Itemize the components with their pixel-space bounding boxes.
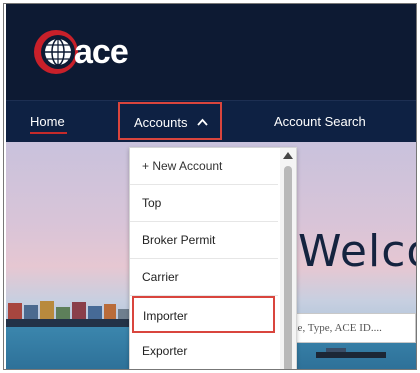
nav-home[interactable]: Home	[30, 101, 65, 143]
scroll-up-arrow-icon[interactable]	[283, 152, 293, 159]
account-search-input[interactable]: me, Type, ACE ID....	[284, 313, 416, 343]
header: ace	[6, 4, 416, 100]
dropdown-scrollbar[interactable]	[280, 148, 296, 369]
active-underline	[30, 132, 67, 134]
app-window: ace Home Accounts Account Search Welco m…	[6, 4, 416, 369]
small-ship-image	[316, 348, 386, 358]
accounts-dropdown: + New Account Top Broker Permit Carrier …	[129, 147, 297, 369]
dropdown-item-new-account[interactable]: + New Account	[130, 148, 278, 185]
nav-accounts-label: Accounts	[134, 115, 188, 130]
dropdown-item-exporter[interactable]: Exporter	[130, 333, 278, 369]
dropdown-item-broker-permit[interactable]: Broker Permit	[130, 222, 278, 259]
logo-text: ace	[74, 33, 129, 71]
nav-accounts-menu[interactable]: Accounts	[118, 102, 222, 140]
scroll-thumb[interactable]	[284, 166, 292, 369]
dropdown-item-importer[interactable]: Importer	[132, 296, 275, 333]
chevron-up-icon	[197, 104, 208, 142]
welcome-heading: Welco	[298, 226, 416, 277]
dropdown-item-top[interactable]: Top	[130, 185, 278, 222]
nav-account-search[interactable]: Account Search	[274, 101, 366, 143]
top-navbar: Home Accounts Account Search	[6, 100, 416, 143]
dropdown-item-carrier[interactable]: Carrier	[130, 259, 278, 296]
